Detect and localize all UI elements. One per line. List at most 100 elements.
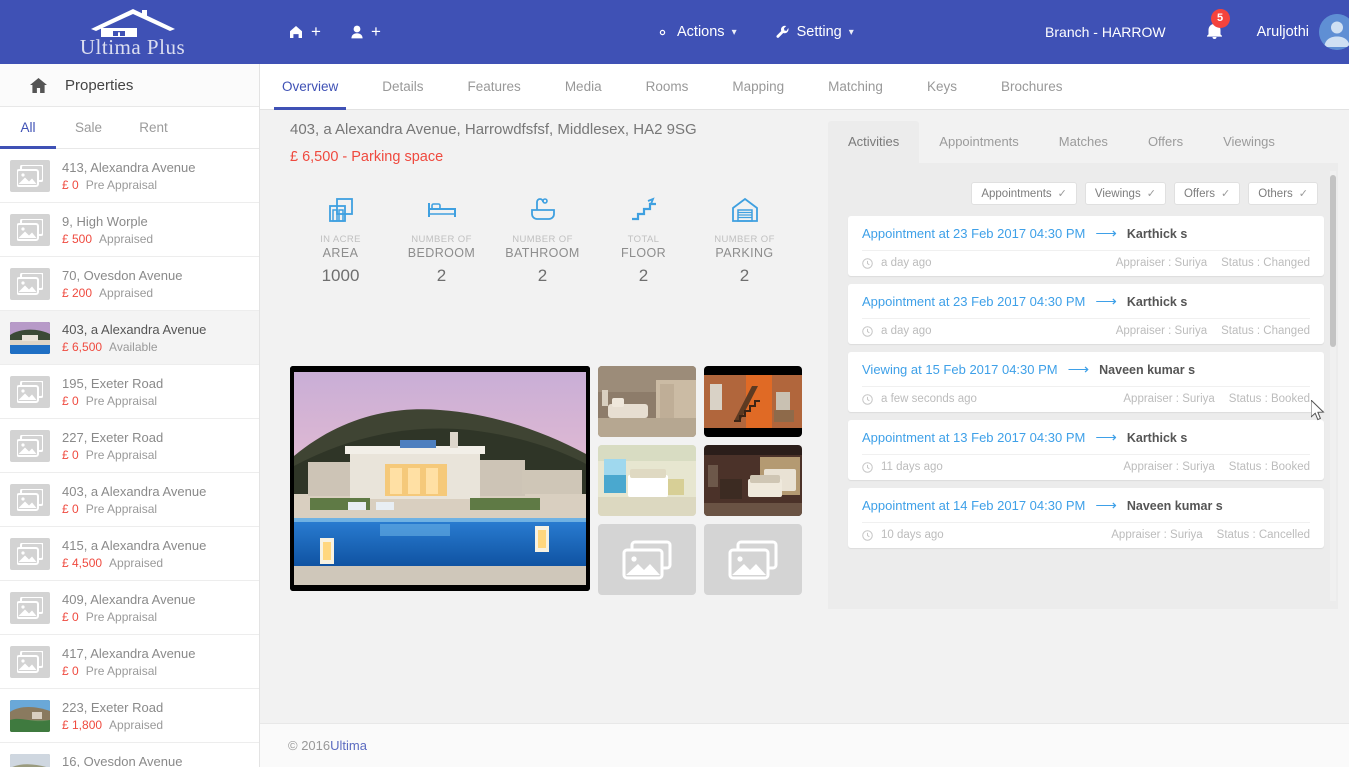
clock-icon	[862, 257, 873, 269]
tab-mapping[interactable]: Mapping	[710, 64, 806, 109]
notifications-button[interactable]: 5	[1206, 8, 1230, 43]
branch-selector[interactable]: Branch - HARROW	[1045, 24, 1166, 40]
property-list-item[interactable]: 417, Alexandra Avenue £ 0 Pre Appraisal	[0, 635, 259, 689]
property-list-item[interactable]: 403, a Alexandra Avenue £ 0 Pre Appraisal	[0, 473, 259, 527]
activities-scrollbar-thumb[interactable]	[1330, 175, 1336, 347]
sidebar-tab-sale[interactable]: Sale	[56, 107, 121, 148]
tab-matching[interactable]: Matching	[806, 64, 905, 109]
hero-image[interactable]	[290, 366, 590, 591]
activity-title[interactable]: Viewing at 15 Feb 2017 04:30 PM	[862, 362, 1058, 377]
property-list-item[interactable]: 9, High Worple £ 500 Appraised	[0, 203, 259, 257]
arrow-right-icon: ⟶	[1095, 225, 1117, 242]
gallery-thumbnail[interactable]	[598, 366, 696, 437]
property-list-item[interactable]: 413, Alexandra Avenue £ 0 Pre Appraisal	[0, 149, 259, 203]
bath-icon	[492, 193, 593, 227]
activities-tab-offers[interactable]: Offers	[1128, 121, 1203, 163]
add-contact-button[interactable]: +	[351, 23, 381, 40]
sidebar-tab-rent[interactable]: Rent	[121, 107, 186, 148]
check-icon: ✓	[1146, 188, 1156, 200]
mouse-cursor	[1310, 398, 1325, 424]
sidebar-tab-all[interactable]: All	[0, 107, 56, 149]
property-list-item[interactable]: 70, Ovesdon Avenue £ 200 Appraised	[0, 257, 259, 311]
menu-setting-label: Setting	[796, 24, 842, 40]
brand-logo[interactable]: Ultima Plus	[0, 0, 265, 64]
gallery-thumbnail[interactable]	[704, 445, 802, 516]
menu-actions[interactable]: Actions ▾	[655, 24, 737, 40]
tab-features[interactable]: Features	[446, 64, 543, 109]
tab-media[interactable]: Media	[543, 64, 624, 109]
property-item-address: 195, Exeter Road	[62, 375, 164, 391]
activities-tab-viewings[interactable]: Viewings	[1203, 121, 1295, 163]
activity-appraiser: Appraiser : Suriya	[1123, 393, 1215, 405]
stat-floor: TOTAL FLOOR 2	[593, 193, 694, 286]
property-item-status: Pre Appraisal	[85, 609, 158, 624]
activity-card[interactable]: Appointment at 14 Feb 2017 04:30 PM ⟶ Nave…	[848, 488, 1324, 548]
filter-others[interactable]: Others ✓	[1248, 182, 1318, 205]
tab-details[interactable]: Details	[360, 64, 445, 109]
gallery-thumbnail[interactable]	[704, 366, 802, 437]
footer-link[interactable]: Ultima	[330, 738, 367, 753]
tab-keys[interactable]: Keys	[905, 64, 979, 109]
property-thumbnail	[10, 483, 50, 516]
activity-title[interactable]: Appointment at 14 Feb 2017 04:30 PM	[862, 498, 1085, 513]
filter-offers[interactable]: Offers ✓	[1173, 182, 1241, 205]
stat-label: BEDROOM	[407, 246, 476, 260]
avatar[interactable]	[1319, 14, 1349, 50]
filter-appointments[interactable]: Appointments ✓	[971, 182, 1077, 205]
property-item-price: £ 6,500	[62, 339, 103, 354]
activities-tab-matches[interactable]: Matches	[1039, 121, 1128, 163]
tab-overview[interactable]: Overview	[260, 64, 360, 110]
user-name[interactable]: Aruljothi	[1257, 24, 1309, 40]
activities-tab-appointments[interactable]: Appointments	[919, 121, 1039, 163]
tab-brochures[interactable]: Brochures	[979, 64, 1085, 109]
activity-time-ago: 11 days ago	[881, 461, 943, 473]
property-item-status: Pre Appraisal	[85, 447, 158, 462]
menu-setting[interactable]: Setting ▾	[775, 24, 854, 40]
activity-filters: Appointments ✓ Viewings ✓ Offers ✓ Others ✓	[848, 182, 1318, 205]
gallery-placeholder[interactable]	[598, 524, 696, 595]
property-item-address: 70, Ovesdon Avenue	[62, 267, 183, 283]
activities-tab-bar: Activities Appointments Matches Offers Viewi…	[828, 121, 1338, 163]
activity-time-ago: a day ago	[881, 257, 932, 269]
activity-status: Status : Booked	[1228, 393, 1310, 405]
property-list-item[interactable]: 195, Exeter Road £ 0 Pre Appraisal	[0, 365, 259, 419]
activity-title[interactable]: Appointment at 23 Feb 2017 04:30 PM	[862, 294, 1085, 309]
activity-person: Naveen kumar s	[1126, 498, 1223, 513]
activity-card-list: Appointment at 23 Feb 2017 04:30 PM ⟶ Kart…	[848, 216, 1324, 548]
activity-status: Status : Changed	[1221, 325, 1310, 337]
activity-appraiser: Appraiser : Suriya	[1115, 257, 1208, 269]
property-item-price: £ 500	[62, 231, 93, 246]
property-list-item[interactable]: 16, Ovesdon Avenue	[0, 743, 259, 767]
property-list-item[interactable]: 223, Exeter Road £ 1,800 Appraised	[0, 689, 259, 743]
activities-tab-activities[interactable]: Activities	[828, 121, 920, 163]
property-item-status: Available	[109, 339, 158, 354]
property-list-item[interactable]: 415, a Alexandra Avenue £ 4,500 Appraised	[0, 527, 259, 581]
activity-title[interactable]: Appointment at 23 Feb 2017 04:30 PM	[862, 226, 1085, 241]
property-thumbnail	[10, 699, 50, 732]
gallery-placeholder[interactable]	[704, 524, 802, 595]
add-property-button[interactable]: +	[290, 22, 321, 41]
activity-card[interactable]: Appointment at 23 Feb 2017 04:30 PM ⟶ Kart…	[848, 216, 1324, 276]
gallery-thumbnail[interactable]	[598, 445, 696, 516]
plus-glyph: +	[311, 22, 321, 41]
activity-status: Status : Changed	[1221, 257, 1310, 269]
property-list-item[interactable]: 409, Alexandra Avenue £ 0 Pre Appraisal	[0, 581, 259, 635]
activity-person: Naveen kumar s	[1099, 362, 1196, 377]
stat-label: PARKING	[715, 246, 774, 260]
tab-rooms[interactable]: Rooms	[624, 64, 711, 109]
home-icon	[30, 77, 47, 93]
filter-label: Offers	[1183, 187, 1216, 200]
activity-title[interactable]: Appointment at 13 Feb 2017 04:30 PM	[862, 430, 1085, 445]
activity-card[interactable]: Appointment at 13 Feb 2017 04:30 PM ⟶ Kart…	[848, 420, 1324, 480]
check-icon: ✓	[1221, 188, 1231, 200]
stat-label: AREA	[322, 246, 359, 260]
activity-card[interactable]: Viewing at 15 Feb 2017 04:30 PM ⟶ Naveen k…	[848, 352, 1324, 412]
property-item-price: £ 0	[62, 501, 79, 516]
filter-viewings[interactable]: Viewings ✓	[1084, 182, 1166, 205]
activity-card[interactable]: Appointment at 23 Feb 2017 04:30 PM ⟶ Kart…	[848, 284, 1324, 344]
stat-value: 2	[638, 266, 649, 285]
stat-parking: NUMBER OF PARKING 2	[694, 193, 795, 286]
property-list-item[interactable]: 227, Exeter Road £ 0 Pre Appraisal	[0, 419, 259, 473]
property-list-item[interactable]: 403, a Alexandra Avenue £ 6,500 Available	[0, 311, 259, 365]
property-item-status: Appraised	[99, 285, 154, 300]
